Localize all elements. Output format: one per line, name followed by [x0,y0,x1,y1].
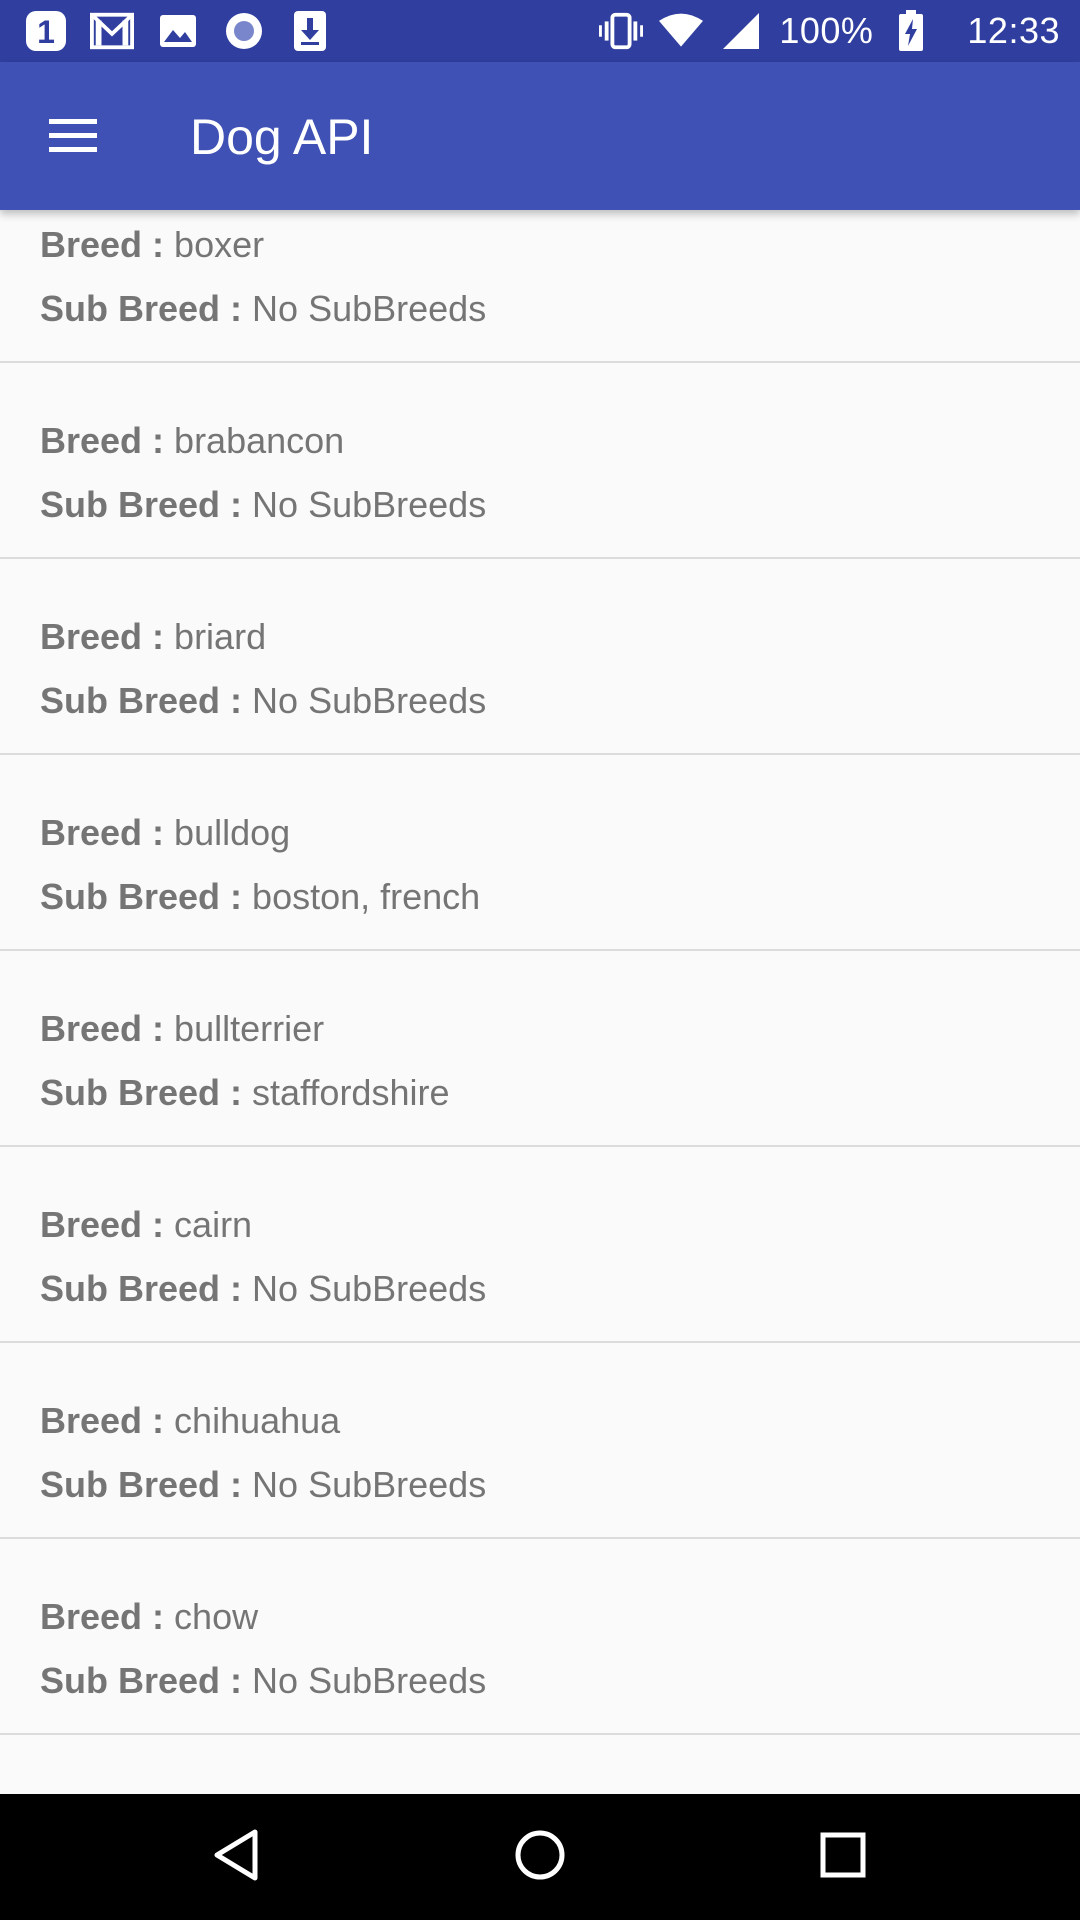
home-icon [514,1829,566,1886]
sub-breed-label: Sub Breed : [40,1072,243,1113]
clock: 12:33 [967,10,1060,51]
breed-label: Breed : [40,1400,165,1441]
sub-breed-label: Sub Breed : [40,1660,243,1701]
breed-label: Breed : [40,224,165,265]
list-item[interactable]: Breed : clumber [0,1735,1080,1794]
sub-breed-line: Sub Breed : No SubBreeds [40,1268,486,1310]
sub-breed-line: Sub Breed : staffordshire [40,1072,449,1114]
sub-breed-label: Sub Breed : [40,484,243,525]
breed-value: boxer [174,224,265,265]
sub-breed-line: Sub Breed : No SubBreeds [40,484,486,526]
breed-line: Breed : briard [40,616,266,658]
battery-charging-icon [889,9,933,53]
breed-label: Breed : [40,1008,165,1049]
list-item[interactable]: Breed : chihuahua Sub Breed : No SubBreed… [0,1343,1080,1539]
breed-value: brabancon [174,420,345,461]
breed-line: Breed : chihuahua [40,1400,340,1442]
sub-breed-label: Sub Breed : [40,876,243,917]
sub-breed-value: No SubBreeds [252,288,487,329]
sub-breed-label: Sub Breed : [40,288,243,329]
sub-breed-value: No SubBreeds [252,680,487,721]
svg-text:1: 1 [37,14,55,50]
hamburger-menu-icon [47,116,99,159]
list-item[interactable]: Breed : briard Sub Breed : No SubBreeds [0,559,1080,755]
app-bar: Dog API [0,62,1080,210]
breed-value: cairn [174,1204,253,1245]
breed-value: chow [174,1596,259,1637]
back-icon [211,1828,261,1887]
app-title: Dog API [190,109,374,165]
sub-breed-label: Sub Breed : [40,680,243,721]
breed-line: Breed : cairn [40,1204,252,1246]
list-item[interactable]: Breed : cairn Sub Breed : No SubBreeds [0,1147,1080,1343]
breed-list[interactable]: Breed : boxer Sub Breed : No SubBreeds Bre… [0,210,1080,1794]
list-item[interactable]: Breed : boxer Sub Breed : No SubBreeds [0,210,1080,363]
breed-line: Breed : chow [40,1596,258,1638]
sub-breed-value: staffordshire [252,1072,450,1113]
back-button[interactable] [196,1817,276,1897]
sub-breed-value: No SubBreeds [252,1660,487,1701]
breed-line: Breed : boxer [40,224,264,266]
breed-value: bullterrier [174,1008,325,1049]
breed-label: Breed : [40,420,165,461]
breed-line: Breed : brabancon [40,420,344,462]
list-item[interactable]: Breed : brabancon Sub Breed : No SubBreed… [0,363,1080,559]
sub-breed-line: Sub Breed : No SubBreeds [40,680,486,722]
sub-breed-line: Sub Breed : No SubBreeds [40,1464,486,1506]
breed-value: bulldog [174,812,291,853]
sub-breed-line: Sub Breed : boston, french [40,876,480,918]
breed-label: Breed : [40,812,165,853]
wifi-icon [659,9,704,53]
badge-1-icon: 1 [24,9,68,53]
list-item[interactable]: Breed : bullterrier Sub Breed : staffords… [0,951,1080,1147]
radio-icon [222,9,266,53]
sub-breed-label: Sub Breed : [40,1268,243,1309]
navigation-bar [0,1794,1080,1920]
signal-icon [719,9,763,53]
menu-button[interactable] [34,102,112,172]
sub-breed-label: Sub Breed : [40,1464,243,1505]
home-button[interactable] [500,1817,580,1897]
download-icon [288,9,332,53]
sub-breed-value: No SubBreeds [252,484,487,525]
image-icon [156,9,200,53]
list-item[interactable]: Breed : chow Sub Breed : No SubBreeds [0,1539,1080,1735]
sub-breed-line: Sub Breed : No SubBreeds [40,1660,486,1702]
sub-breed-value: No SubBreeds [252,1464,487,1505]
breed-line: Breed : bullterrier [40,1008,324,1050]
list-item[interactable]: Breed : bulldog Sub Breed : boston, frenc… [0,755,1080,951]
breed-value: briard [174,616,267,657]
battery-percentage: 100% [779,10,874,51]
sub-breed-line: Sub Breed : No SubBreeds [40,288,486,330]
breed-label: Breed : [40,1596,165,1637]
breed-label: Breed : [40,1204,165,1245]
sub-breed-value: boston, french [252,876,481,917]
breed-value: chihuahua [174,1400,341,1441]
recents-button[interactable] [803,1817,883,1897]
gmail-icon [90,9,134,53]
status-bar: 1 100% 12:33 [0,0,1080,62]
sub-breed-value: No SubBreeds [252,1268,487,1309]
breed-line: Breed : bulldog [40,812,290,854]
breed-label: Breed : [40,616,165,657]
recents-icon [820,1832,866,1883]
vibrate-icon [599,9,644,53]
